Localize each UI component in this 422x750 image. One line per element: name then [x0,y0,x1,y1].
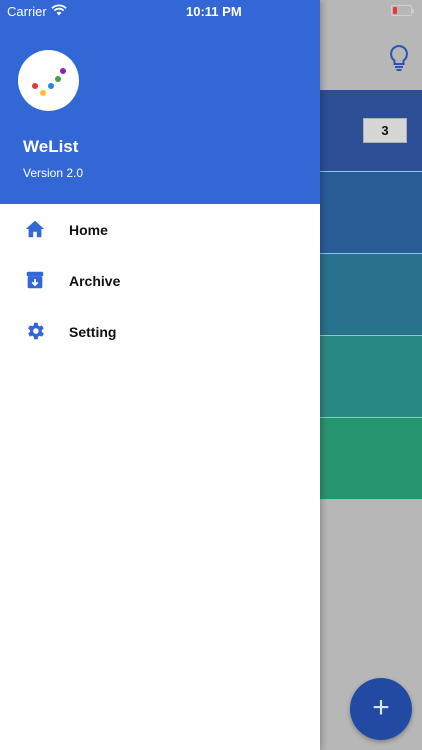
menu-item-label: Archive [69,273,121,289]
app-name: WeList [23,137,79,156]
app-logo [18,50,79,111]
add-button[interactable]: + [350,678,412,740]
menu-item-setting[interactable]: Setting [0,306,320,357]
gear-icon [28,322,44,340]
status-bar: Carrier 10:11 PM [0,0,422,22]
carrier-label: Carrier [7,4,47,19]
count-badge: 3 [363,118,407,143]
lightbulb-icon[interactable] [388,44,410,72]
wifi-icon [51,4,67,16]
battery-icon [391,5,414,16]
navigation-drawer: WeList Version 2.0 Home Archive Setting [0,0,320,750]
app-version: Version 2.0 [23,166,84,180]
menu-item-archive[interactable]: Archive [0,255,320,306]
menu-item-label: Setting [69,324,117,340]
home-icon [25,220,45,238]
menu-item-home[interactable]: Home [0,204,320,255]
plus-icon: + [372,691,390,724]
drawer-header: WeList Version 2.0 [0,0,320,204]
menu-item-label: Home [69,222,108,238]
clock: 10:11 PM [186,4,242,19]
archive-icon [26,271,44,289]
drawer-menu: Home Archive Setting [0,204,320,357]
